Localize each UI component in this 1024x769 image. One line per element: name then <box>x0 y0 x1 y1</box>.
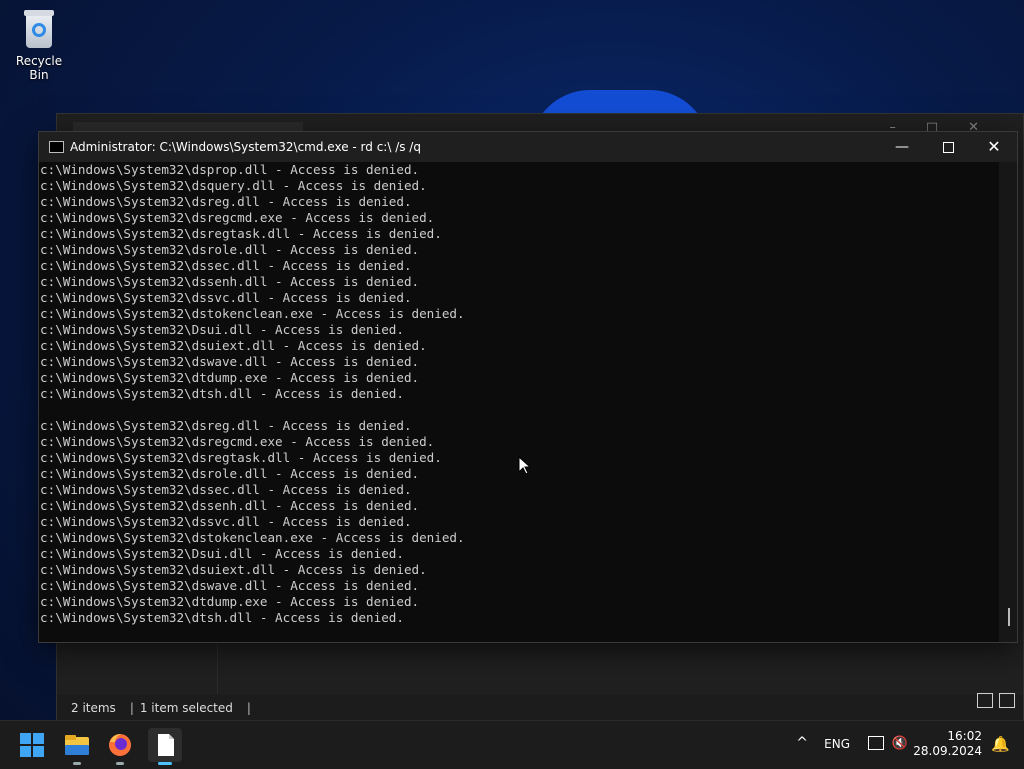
console-line: c:\Windows\System32\Dsui.dll - Access is… <box>40 322 404 337</box>
running-indicator <box>116 762 124 765</box>
notepad-icon <box>158 734 174 756</box>
console-line: c:\Windows\System32\dsuiext.dll - Access… <box>40 562 427 577</box>
maximize-button[interactable] <box>925 132 971 162</box>
console-line: c:\Windows\System32\dssec.dll - Access i… <box>40 482 412 497</box>
console-line: c:\Windows\System32\dsreg.dll - Access i… <box>40 418 412 433</box>
active-indicator <box>158 762 172 765</box>
system-tray: ^ ENG 🔇 16:02 28.09.2024 🔔 <box>764 721 1024 769</box>
console-line: c:\Windows\System32\dsprop.dll - Access … <box>40 162 420 177</box>
firefox-icon <box>109 734 131 756</box>
recycle-bin[interactable]: Recycle Bin <box>6 8 72 82</box>
console-line: c:\Windows\System32\dstokenclean.exe - A… <box>40 530 465 545</box>
console-line: c:\Windows\System32\dssec.dll - Access i… <box>40 258 412 273</box>
clock-date: 28.09.2024 <box>913 744 982 758</box>
console-line: c:\Windows\System32\dssenh.dll - Access … <box>40 498 420 513</box>
console-line: c:\Windows\System32\dsregcmd.exe - Acces… <box>40 434 435 449</box>
console-output[interactable]: c:\Windows\System32\dsprop.dll - Access … <box>39 162 999 642</box>
view-toggle <box>971 691 1015 717</box>
status-selected-count: 1 item selected <box>139 701 233 715</box>
taskbar-file-explorer[interactable] <box>60 728 94 765</box>
large-icons-view-icon[interactable] <box>999 693 1015 708</box>
console-line: c:\Windows\System32\dswave.dll - Access … <box>40 578 420 593</box>
scrollbar-thumb[interactable] <box>1008 608 1010 626</box>
console-line: c:\Windows\System32\dssvc.dll - Access i… <box>40 290 412 305</box>
cmd-titlebar[interactable]: Administrator: C:\Windows\System32\cmd.e… <box>39 132 1017 162</box>
notification-bell-icon[interactable]: 🔔 <box>991 735 1010 753</box>
network-icon[interactable] <box>868 736 884 750</box>
console-line: c:\Windows\System32\dtsh.dll - Access is… <box>40 386 404 401</box>
start-button[interactable] <box>16 728 50 762</box>
show-hidden-icons-chevron-icon[interactable]: ^ <box>796 735 808 751</box>
cmd-title: Administrator: C:\Windows\System32\cmd.e… <box>70 140 421 154</box>
console-line: c:\Windows\System32\dsregcmd.exe - Acces… <box>40 210 435 225</box>
console-line: c:\Windows\System32\dssenh.dll - Access … <box>40 274 420 289</box>
console-line: c:\Windows\System32\dsrole.dll - Access … <box>40 242 420 257</box>
taskbar: ^ ENG 🔇 16:02 28.09.2024 🔔 <box>0 720 1024 769</box>
console-line: c:\Windows\System32\dtdump.exe - Access … <box>40 370 420 385</box>
console-line: c:\Windows\System32\Dsui.dll - Access is… <box>40 546 404 561</box>
details-view-icon[interactable] <box>977 693 993 708</box>
taskbar-firefox[interactable] <box>103 728 137 765</box>
volume-muted-icon[interactable]: 🔇 <box>892 736 908 751</box>
console-line: c:\Windows\System32\dsuiext.dll - Access… <box>40 338 427 353</box>
close-button[interactable]: ✕ <box>971 132 1017 162</box>
running-indicator <box>73 762 81 765</box>
mouse-cursor-icon <box>518 456 530 475</box>
console-icon <box>49 141 64 153</box>
status-bar: 2 items | 1 item selected | <box>57 693 1023 721</box>
console-line: c:\Windows\System32\dtdump.exe - Access … <box>40 594 420 609</box>
recycle-bin-label: Recycle Bin <box>15 54 63 82</box>
console-line: c:\Windows\System32\dtsh.dll - Access is… <box>40 610 404 625</box>
maximize-icon <box>942 141 954 153</box>
navigation-pane <box>57 644 218 694</box>
recycle-bin-icon <box>22 8 56 48</box>
console-line: c:\Windows\System32\dstokenclean.exe - A… <box>40 306 465 321</box>
console-line: c:\Windows\System32\dsreg.dll - Access i… <box>40 194 412 209</box>
console-line: c:\Windows\System32\dssvc.dll - Access i… <box>40 514 412 529</box>
console-line: c:\Windows\System32\dsquery.dll - Access… <box>40 178 427 193</box>
status-item-count: 2 items <box>71 701 116 715</box>
console-line: c:\Windows\System32\dsregtask.dll - Acce… <box>40 226 442 241</box>
clock[interactable]: 16:02 28.09.2024 <box>913 729 982 759</box>
status-separator: | <box>246 701 251 715</box>
status-separator: | <box>129 701 134 715</box>
file-explorer-icon <box>65 735 89 755</box>
clock-time: 16:02 <box>947 729 982 743</box>
console-line: c:\Windows\System32\dswave.dll - Access … <box>40 354 420 369</box>
taskbar-notepad[interactable] <box>148 728 182 765</box>
minimize-button[interactable]: — <box>879 132 925 162</box>
scrollbar[interactable] <box>999 162 1017 642</box>
start-icon <box>20 733 31 744</box>
cmd-window: Administrator: C:\Windows\System32\cmd.e… <box>38 131 1018 643</box>
language-indicator[interactable]: ENG <box>824 737 850 751</box>
